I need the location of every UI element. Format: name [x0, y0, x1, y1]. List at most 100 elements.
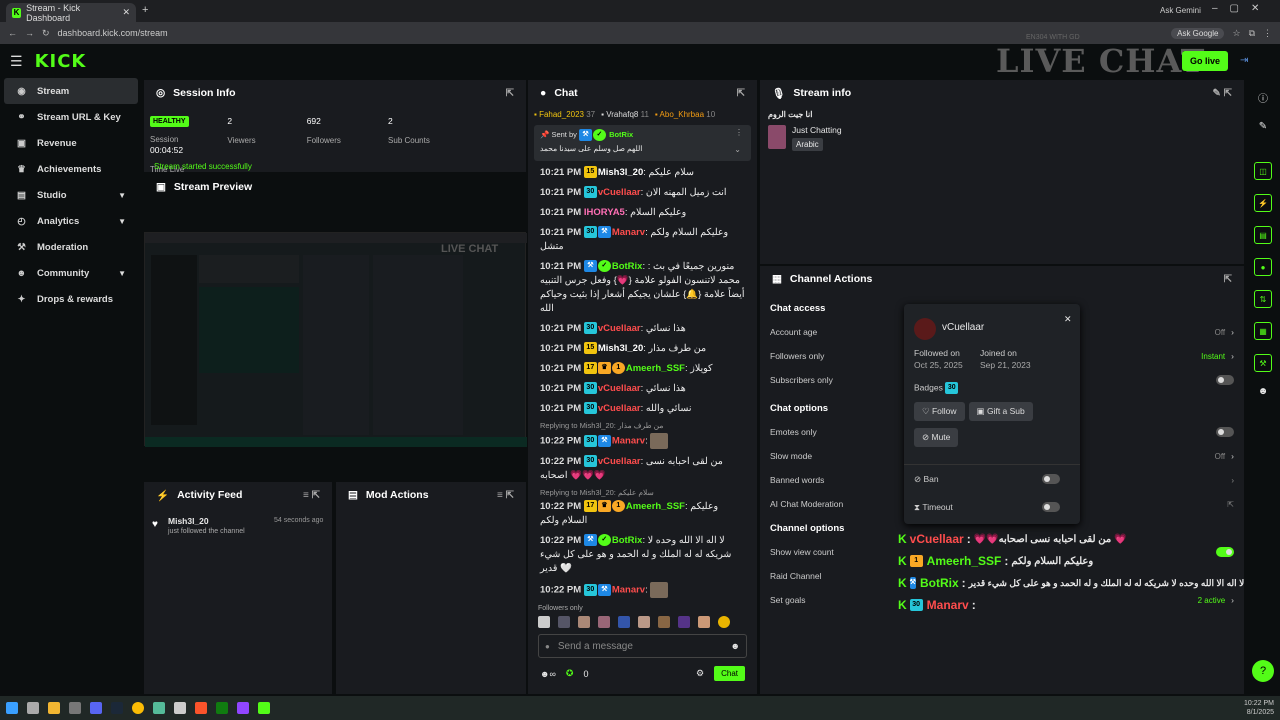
- sidebar-item-stream-url-key[interactable]: ⚭ Stream URL & Key: [4, 104, 138, 130]
- ask-google-button[interactable]: Ask Google: [1171, 27, 1225, 39]
- xbox-icon[interactable]: [216, 702, 228, 714]
- subscribers-only-toggle[interactable]: [1216, 375, 1234, 385]
- message-username[interactable]: IHORYA5: [584, 207, 625, 218]
- message-username[interactable]: Ameerh_SSF: [626, 501, 685, 512]
- emote[interactable]: [698, 616, 710, 628]
- filter-icon[interactable]: ≡ ⇱: [497, 490, 514, 501]
- emote[interactable]: [538, 616, 550, 628]
- follow-button[interactable]: ♡ Follow: [914, 402, 965, 421]
- emote[interactable]: [638, 616, 650, 628]
- collapse-icon[interactable]: ⇥: [1240, 55, 1248, 66]
- message-username[interactable]: Mish3l_20: [598, 167, 643, 178]
- browser-menu-icon[interactable]: ⋮: [1263, 28, 1272, 39]
- kick-logo[interactable]: KICK: [35, 51, 87, 72]
- emotes-only-toggle[interactable]: [1216, 427, 1234, 437]
- message-username[interactable]: BotRix: [612, 535, 643, 546]
- steam-icon[interactable]: [111, 702, 123, 714]
- bookmark-icon[interactable]: ☆: [1232, 28, 1240, 39]
- discord-icon[interactable]: [90, 702, 102, 714]
- system-clock[interactable]: 10:22 PM 8/1/2025: [1244, 699, 1274, 717]
- back-icon[interactable]: ←: [8, 28, 17, 38]
- pinned-message[interactable]: 📌 Sent by ⚒ ✓ BotRix اللهم صل وسلم على سي…: [534, 125, 751, 161]
- info-icon[interactable]: ⓘ: [1246, 90, 1280, 105]
- top-chatter[interactable]: ▪ Fahad_2023 37: [534, 110, 595, 119]
- search-icon[interactable]: [27, 702, 39, 714]
- camera-icon[interactable]: ◫: [1254, 162, 1272, 180]
- message-username[interactable]: vCuellaar: [598, 456, 641, 467]
- emote[interactable]: [558, 616, 570, 628]
- sidebar-item-studio[interactable]: ▤ Studio ▼: [4, 182, 138, 208]
- chat-bubble-icon[interactable]: ●: [1254, 258, 1272, 276]
- chat-message[interactable]: 10:22 PM 30 ⚒ Manarv:: [528, 579, 757, 601]
- chrome-icon[interactable]: [132, 702, 144, 714]
- support-icon[interactable]: ?: [1252, 660, 1274, 682]
- message-input[interactable]: ● Send a message ☻: [538, 634, 747, 658]
- new-tab-icon[interactable]: +: [142, 4, 148, 16]
- message-username[interactable]: Mish3l_20: [598, 343, 643, 354]
- sidebar-item-analytics[interactable]: ◴ Analytics ▼: [4, 208, 138, 234]
- chat-message[interactable]: 10:22 PM 17 ♛ 1 Ameerh_SSF: وعليكم السلام و…: [528, 497, 757, 531]
- chat-message[interactable]: 10:21 PM IHORYA5: وعليكم السلام: [528, 203, 757, 223]
- forward-icon[interactable]: →: [25, 28, 34, 38]
- chat-message[interactable]: 10:21 PM 17 ♛ 1 Ameerh_SSF: كويلاز: [528, 359, 757, 379]
- sidebar-item-revenue[interactable]: ▣ Revenue: [4, 130, 138, 156]
- message-username[interactable]: vCuellaar: [598, 383, 641, 394]
- top-chatter[interactable]: ▪ Vrahafq8 11: [601, 110, 649, 119]
- emote[interactable]: [678, 616, 690, 628]
- ask-gemini-button[interactable]: Ask Gemini: [1160, 6, 1201, 15]
- hammer-icon[interactable]: ⚒: [1254, 354, 1272, 372]
- top-chatter[interactable]: ▪ Abo_Khrbaa 10: [655, 110, 715, 119]
- chevron-down-icon[interactable]: ⌄: [734, 145, 741, 154]
- emote[interactable]: [578, 616, 590, 628]
- mute-button[interactable]: ⊘ Mute: [914, 428, 959, 447]
- file-explorer-icon[interactable]: [48, 702, 60, 714]
- chat-message[interactable]: 10:21 PM 15 Mish3l_20: من طرف مذار: [528, 339, 757, 359]
- message-username[interactable]: Manarv: [612, 436, 645, 447]
- category-thumbnail[interactable]: [768, 125, 786, 149]
- chat-message[interactable]: 10:22 PM 30 ⚒ Manarv:: [528, 430, 757, 452]
- chat-message[interactable]: 10:21 PM ⚒ ✓ BotRix: منورين جميعًا في بث :…: [528, 257, 757, 319]
- bolt-icon[interactable]: ⚡: [1254, 194, 1272, 212]
- app-icon[interactable]: [237, 702, 249, 714]
- message-username[interactable]: Manarv: [612, 227, 645, 238]
- settings-icon[interactable]: ⚙: [696, 668, 704, 679]
- windows-start-icon[interactable]: [6, 702, 18, 714]
- server-icon[interactable]: ▦: [1254, 322, 1272, 340]
- more-icon[interactable]: ⋮: [735, 128, 743, 137]
- chat-message[interactable]: 10:21 PM 30 vCuellaar: هذا نسائي: [528, 319, 757, 339]
- chat-message[interactable]: 10:21 PM 30 vCuellaar: نسائي والله: [528, 399, 757, 419]
- ban-row[interactable]: ⊘ Ban: [904, 465, 1080, 493]
- message-username[interactable]: Ameerh_SSF: [626, 363, 685, 374]
- users-icon[interactable]: ☻∞: [540, 669, 556, 679]
- send-chat-button[interactable]: Chat: [714, 666, 745, 681]
- url-field[interactable]: dashboard.kick.com/stream: [58, 28, 1164, 38]
- sidebar-item-drops-rewards[interactable]: ✦ Drops & rewards: [4, 286, 138, 312]
- sidebar-item-moderation[interactable]: ⚒ Moderation: [4, 234, 138, 260]
- close-tab-icon[interactable]: ✕: [122, 7, 130, 18]
- filter-icon[interactable]: ≡ ⇱: [303, 490, 320, 501]
- message-username[interactable]: vCuellaar: [598, 323, 641, 334]
- gift-sub-button[interactable]: ▣ Gift a Sub: [968, 402, 1033, 421]
- app-icon[interactable]: [153, 702, 165, 714]
- chat-message[interactable]: 10:21 PM 30 ⚒ Manarv: وعليكم السلام ولكم م…: [528, 223, 757, 257]
- document-icon[interactable]: ▤: [1254, 226, 1272, 244]
- terminal-icon[interactable]: [69, 702, 81, 714]
- popout-icon[interactable]: ⇱: [1224, 274, 1232, 285]
- people-icon[interactable]: ☻: [1246, 386, 1280, 397]
- emote[interactable]: [618, 616, 630, 628]
- emoji-icon[interactable]: ☻: [731, 641, 740, 651]
- extensions-icon[interactable]: ⧉: [1249, 28, 1255, 39]
- message-username[interactable]: Manarv: [612, 585, 645, 596]
- window-controls-icon[interactable]: –▢✕: [1212, 3, 1271, 14]
- popout-icon[interactable]: ⇱: [506, 88, 514, 99]
- emote[interactable]: [598, 616, 610, 628]
- browser-tab[interactable]: K Stream - Kick Dashboard ✕: [6, 3, 136, 23]
- message-username[interactable]: vCuellaar: [598, 187, 641, 198]
- stream-preview-video[interactable]: LIVE CHAT: [144, 232, 527, 447]
- reload-icon[interactable]: ↻: [42, 28, 50, 39]
- sidebar-item-achievements[interactable]: ♛ Achievements: [4, 156, 138, 182]
- pencil-icon[interactable]: ✎: [1246, 121, 1280, 132]
- timeout-toggle[interactable]: [1042, 502, 1060, 512]
- sliders-icon[interactable]: ⇅: [1254, 290, 1272, 308]
- brave-icon[interactable]: [195, 702, 207, 714]
